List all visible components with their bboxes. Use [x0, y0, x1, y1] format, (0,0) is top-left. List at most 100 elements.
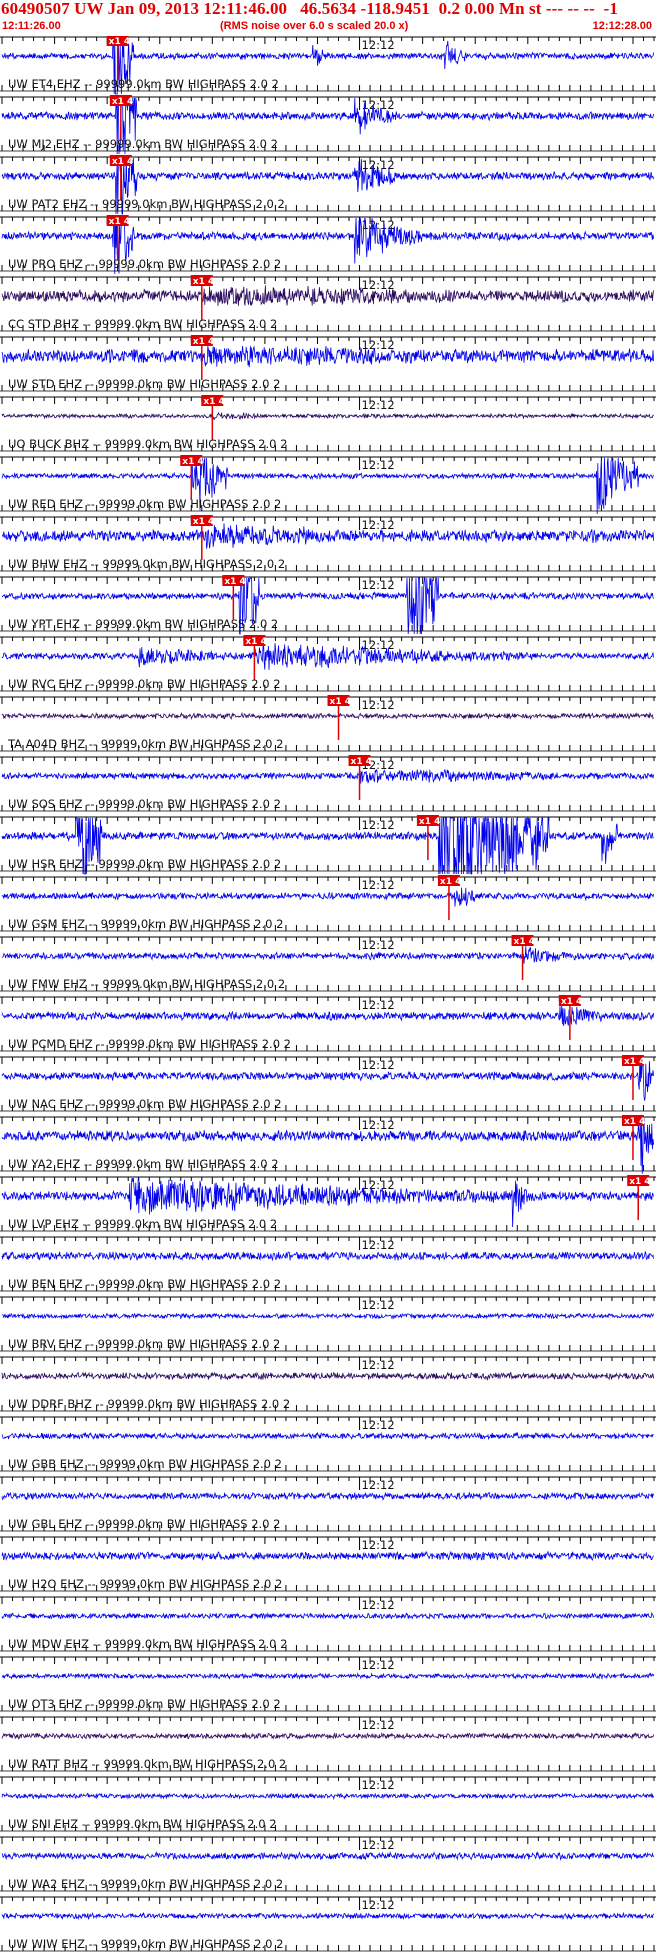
- channel-panel: 12:12 UW FMW EHZ -- 99999.0km BW HIGHPASS…: [0, 935, 656, 992]
- channel-label: UW FMW EHZ -- 99999.0km BW HIGHPASS 2.0 …: [8, 977, 285, 991]
- channel-panel: 12:12 UW WA2 EHZ -- 99999.0km BW HIGHPASS…: [0, 1836, 656, 1892]
- minute-label: 12:12: [362, 38, 395, 52]
- channel-panel: 12:12 UW ET4 EHZ -- 99999.0km BW HIGHPASS…: [0, 36, 656, 95]
- channel-label: UW MJ2 EHZ -- 99999.0km BW HIGHPASS 2.0 …: [8, 137, 278, 151]
- waveform-trace: [1, 1057, 654, 1101]
- rms-note: (RMS noise over 6.0 s scaled 20.0 x): [220, 20, 409, 32]
- waveform-trace: [1, 1911, 654, 1921]
- channel-label: UW DDRF BHZ -- 99999.0km BW HIGHPASS 2.0…: [8, 1397, 290, 1411]
- channel-label: UW PCMD EHZ -- 99999.0km BW HIGHPASS 2.0…: [8, 1037, 291, 1051]
- channel-panel: 12:12 UW RATT BHZ -- 99999.0km BW HIGHPAS…: [0, 1716, 656, 1772]
- pick-label: x1 4: [193, 337, 214, 347]
- channel-label: UW BRV EHZ -- 99999.0km BW HIGHPASS 2.0 …: [8, 1337, 280, 1351]
- pick-label: x1 4: [193, 277, 214, 287]
- channel-label: UW NAC EHZ -- 99999.0km BW HIGHPASS 2.0 …: [8, 1097, 282, 1111]
- minute-label: 12:12: [362, 1718, 395, 1732]
- channel-panel: 12:12 UW GBB EHZ -- 99999.0km BW HIGHPASS…: [0, 1416, 656, 1472]
- channel-panel: 12:12 UW HSR EHZ -- 99999.0km BW HIGHPASS…: [0, 815, 656, 875]
- minute-label: 12:12: [362, 1358, 395, 1372]
- minute-label: 12:12: [362, 458, 395, 472]
- channel-panel: 12:12 UW DDRF BHZ -- 99999.0km BW HIGHPAS…: [0, 1356, 656, 1412]
- channel-label: UW BHW EHZ -- 99999.0km BW HIGHPASS 2.0 …: [8, 557, 285, 571]
- channel-label: UW ET4 EHZ -- 99999.0km BW HIGHPASS 2.0 …: [8, 77, 279, 91]
- channel-label: CC STD BHZ -- 99999.0km BW HIGHPASS 2.0 …: [8, 317, 277, 331]
- pick-label: x1 4: [624, 1117, 645, 1127]
- minute-label: 12:12: [362, 518, 395, 532]
- channel-label: UW RVC EHZ -- 99999.0km BW HIGHPASS 2.0 …: [8, 677, 281, 691]
- channel-label: UW GBB EHZ -- 99999.0km BW HIGHPASS 2.0 …: [8, 1457, 282, 1471]
- waveform-trace: [1, 1792, 654, 1801]
- pick-label: x1 4: [351, 757, 372, 767]
- channel-panel: 12:12 UW BEN EHZ -- 99999.0km BW HIGHPASS…: [0, 1236, 656, 1292]
- start-time: 12:11:26.00: [2, 20, 61, 32]
- waveform-trace: [1, 1731, 654, 1740]
- waveform-trace: [1, 1004, 654, 1026]
- channel-panel: 12:12 UW PCMD EHZ -- 99999.0km BW HIGHPAS…: [0, 995, 656, 1052]
- waveform-trace: [1, 1550, 654, 1562]
- end-time: 12:12:28.00: [592, 20, 652, 32]
- minute-label: 12:12: [362, 1058, 395, 1072]
- minute-label: 12:12: [362, 1238, 395, 1252]
- seismogram-plot: 12:12 UW ET4 EHZ -- 99999.0km BW HIGHPASS…: [0, 36, 656, 1952]
- channel-label: TA A04D BHZ -- 99999.0km BW HIGHPASS 2.0…: [7, 737, 283, 751]
- minute-label: 12:12: [362, 398, 395, 412]
- waveform-trace: [1, 1611, 654, 1621]
- waveform-trace: [1, 1850, 654, 1862]
- header-bar: 60490507 UW Jan 09, 2013 12:11:46.00 46.…: [0, 0, 656, 36]
- waveform-trace: [1, 1431, 654, 1441]
- channel-panel: 12:12 UW YPT EHZ -- 99999.0km BW HIGHPASS…: [0, 575, 656, 635]
- channel-panel: 12:12 UW YA2 EHZ -- 99999.0km BW HIGHPASS…: [0, 1115, 656, 1175]
- channel-panel: 12:12 UW NAC EHZ -- 99999.0km BW HIGHPASS…: [0, 1055, 656, 1112]
- waveform-trace: [1, 768, 654, 784]
- channel-panel: 12:12 UW GBL EHZ -- 99999.0km BW HIGHPASS…: [0, 1476, 656, 1532]
- minute-label: 12:12: [362, 1538, 395, 1552]
- waveform-trace: [1, 643, 654, 670]
- pick-label: x1 4: [203, 397, 224, 407]
- pick-label: x1 4: [109, 217, 130, 227]
- pick-label: x1 4: [440, 877, 461, 887]
- minute-label: 12:12: [362, 1898, 395, 1912]
- channel-label: UW YPT EHZ -- 99999.0km BW HIGHPASS 2.0 …: [8, 617, 278, 631]
- minute-label: 12:12: [362, 1478, 395, 1492]
- minute-label: 12:12: [362, 1778, 395, 1792]
- channel-panel: 12:12UW MJ2 EHZ -- 99999.0km BW HIGHPASS…: [0, 95, 656, 155]
- channel-panel: 12:12 TA A04D BHZ -- 99999.0km BW HIGHPAS…: [0, 695, 656, 752]
- pick-label: x1 4: [112, 157, 133, 167]
- channel-panel: 12:12UW SOS EHZ -- 99999.0km BW HIGHPASS…: [0, 755, 656, 812]
- minute-label: 12:12: [362, 1838, 395, 1852]
- channel-panel: 12:12 UW PRO EHZ -- 99999.0km BW HIGHPASS…: [0, 215, 656, 275]
- waveform-trace: [1, 1250, 654, 1262]
- minute-label: 12:12: [362, 1418, 395, 1432]
- channel-label: UW MDW EHZ -- 99999.0km BW HIGHPASS 2.0 …: [8, 1637, 287, 1651]
- channel-label: UW PAT2 EHZ -- 99999.0km BW HIGHPASS 2.0…: [8, 197, 285, 211]
- waveform-trace: [1, 711, 654, 721]
- pick-label: x1 4: [330, 697, 351, 707]
- channel-panel: 12:12 UW MDW EHZ -- 99999.0km BW HIGHPASS…: [0, 1596, 656, 1652]
- waveform-trace: [1, 1672, 654, 1680]
- minute-label: 12:12: [362, 218, 395, 232]
- channel-panel: 12:12CC STD BHZ -- 99999.0km BW HIGHPASS…: [0, 275, 656, 332]
- channel-label: UW PRO EHZ -- 99999.0km BW HIGHPASS 2.0 …: [8, 257, 281, 271]
- minute-label: 12:12: [362, 1598, 395, 1612]
- channel-label: UW WIW EHZ -- 99999.0km BW HIGHPASS 2.0 …: [8, 1937, 283, 1951]
- minute-label: 12:12: [362, 1298, 395, 1312]
- waveform-trace: [1, 523, 654, 549]
- waveform-trace: [1, 946, 654, 964]
- channel-label: UW GSM EHZ -- 99999.0km BW HIGHPASS 2.0 …: [8, 917, 283, 931]
- minute-label: 12:12: [362, 998, 395, 1012]
- pick-label: x1 4: [561, 997, 582, 1007]
- channel-panel: 12:12 UW SNI EHZ -- 99999.0km BW HIGHPASS…: [0, 1776, 656, 1832]
- pick-label: x1 4: [514, 937, 535, 947]
- minute-label: 12:12: [362, 938, 395, 952]
- pick-label: x1 4: [245, 637, 266, 647]
- channel-panel: 12:12 UW H2O EHZ -- 99999.0km BW HIGHPASS…: [0, 1536, 656, 1592]
- channel-panel: 12:12 UW RVC EHZ -- 99999.0km BW HIGHPASS…: [0, 635, 656, 692]
- waveform-trace: [1, 285, 654, 307]
- channel-label: UW HSR EHZ -- 99999.0km BW HIGHPASS 2.0 …: [8, 857, 281, 871]
- minute-label: 12:12: [362, 1658, 395, 1672]
- channel-panel: 12:12 UW OT3 EHZ -- 99999.0km BW HIGHPASS…: [0, 1656, 656, 1712]
- pick-label: x1 4: [624, 1057, 645, 1067]
- pick-label: x1 4: [224, 577, 245, 587]
- minute-label: 12:12: [362, 1178, 395, 1192]
- channel-panel: 12:12 UW GSM EHZ -- 99999.0km BW HIGHPASS…: [0, 875, 656, 932]
